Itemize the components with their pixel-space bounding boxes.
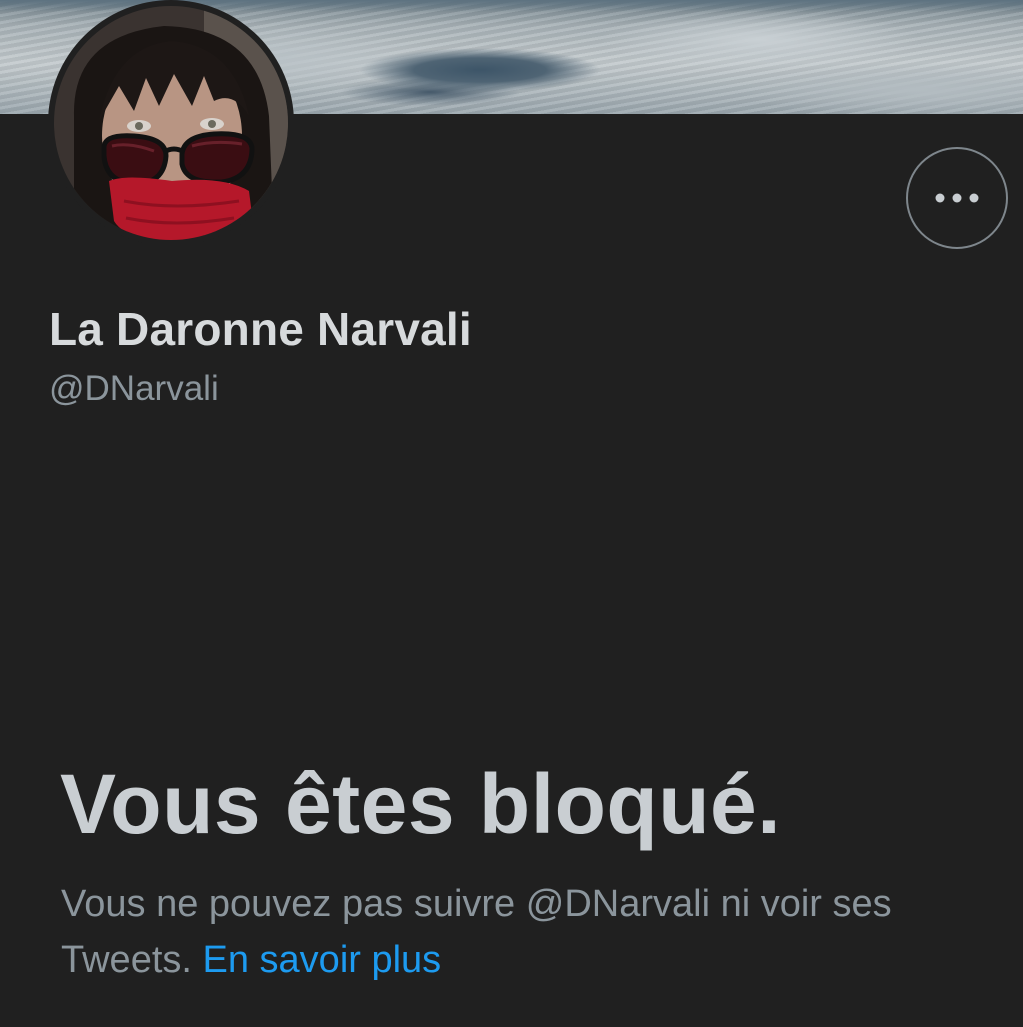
profile-screen: La Daronne Narvali @DNarvali Vous êtes b… xyxy=(0,0,1023,1027)
avatar[interactable] xyxy=(48,0,294,246)
user-handle: @DNarvali xyxy=(49,369,219,408)
more-options-button[interactable] xyxy=(906,147,1008,249)
blocked-message: Vous ne pouvez pas suivre @DNarvali ni v… xyxy=(61,876,981,988)
learn-more-link[interactable]: En savoir plus xyxy=(203,939,442,981)
display-name: La Daronne Narvali xyxy=(49,303,472,355)
blocked-title: Vous êtes bloqué. xyxy=(60,757,782,851)
more-horizontal-icon xyxy=(935,193,979,203)
avatar-image xyxy=(54,6,288,240)
blocked-message-text: Vous ne pouvez pas suivre @DNarvali ni v… xyxy=(61,883,892,981)
